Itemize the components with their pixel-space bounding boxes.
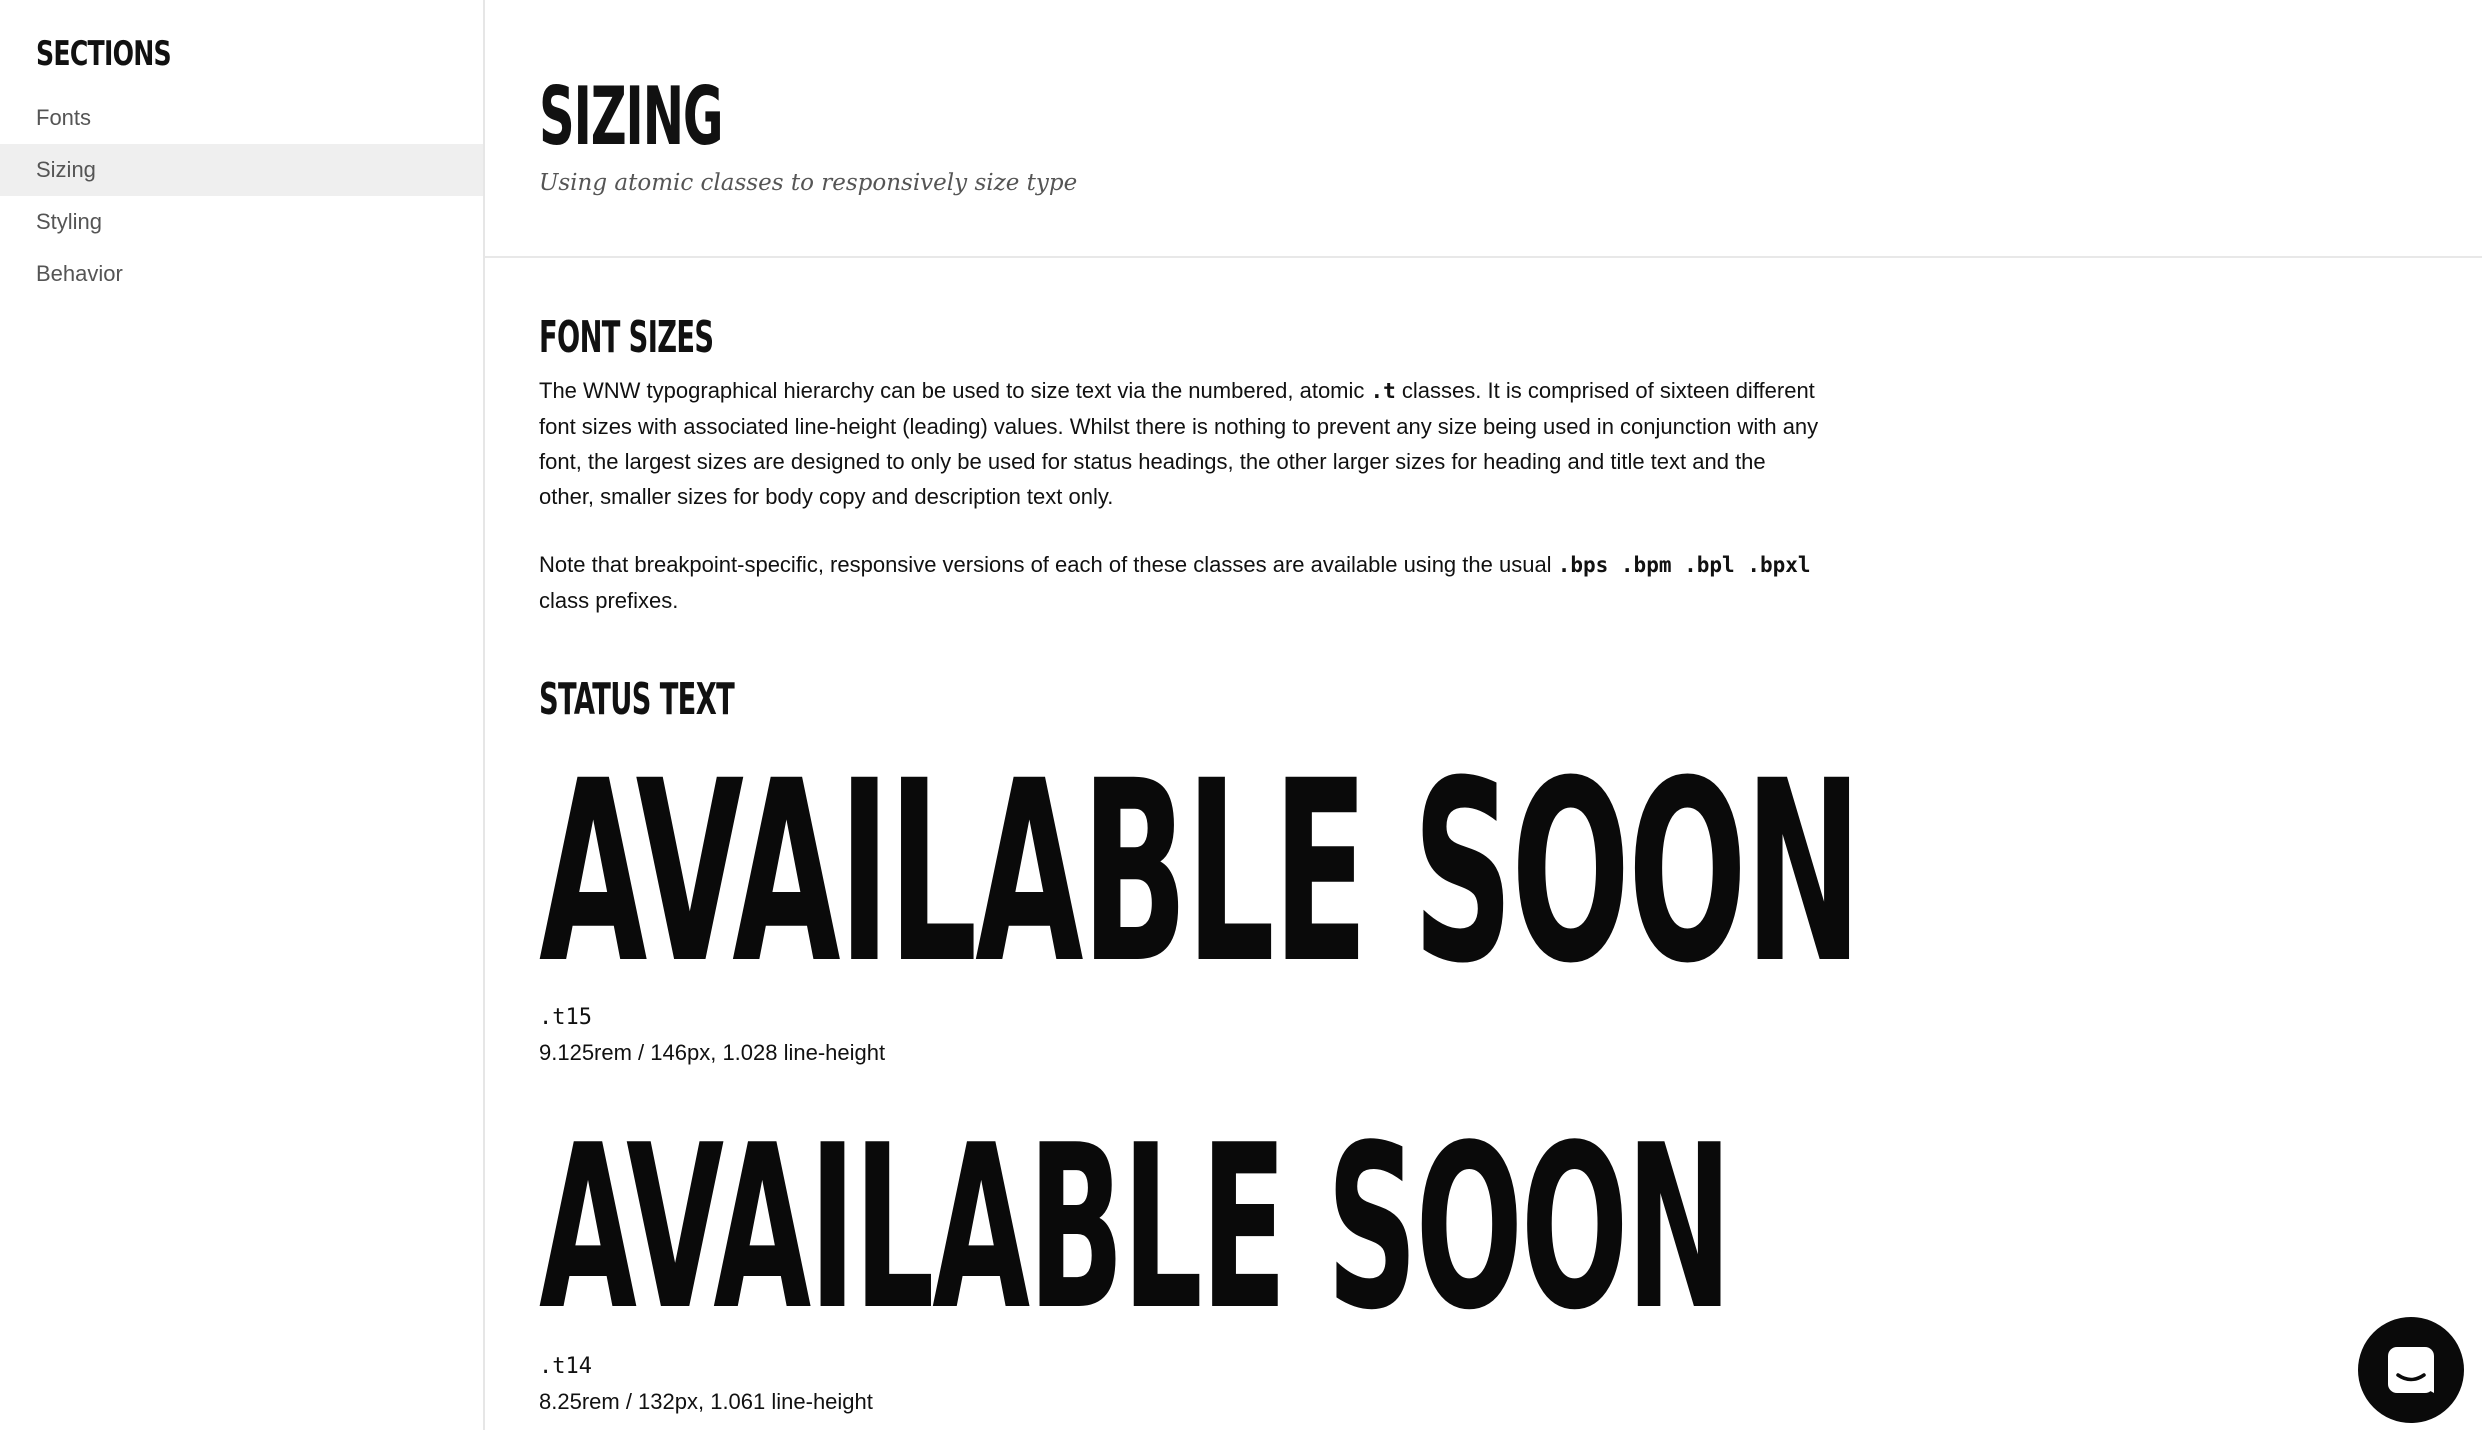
sample-size-description-t14: 8.25rem / 132px, 1.061 line-height: [539, 1389, 873, 1414]
paragraph-2-code: .bps .bpm .bpl .bpxl: [1557, 553, 1811, 577]
main-content: SIZING Using atomic classes to responsiv…: [485, 0, 2482, 1430]
page-title: SIZING: [539, 70, 724, 163]
sample-class-name-t15: .t15: [539, 1005, 592, 1030]
page-subtitle: Using atomic classes to responsively siz…: [539, 170, 1078, 196]
sidebar-item-styling[interactable]: Styling: [0, 196, 483, 248]
sidebar-item-sizing[interactable]: Sizing: [0, 144, 483, 196]
sidebar-title: SECTIONS: [36, 34, 172, 74]
font-sizes-paragraph-2: Note that breakpoint-specific, responsiv…: [539, 547, 1819, 618]
sample-class-name-t14: .t14: [539, 1354, 592, 1379]
sidebar-item-fonts[interactable]: Fonts: [0, 92, 483, 144]
paragraph-1-text-a: The WNW typographical hierarchy can be u…: [539, 378, 1371, 403]
sample-size-description-t15: 9.125rem / 146px, 1.028 line-height: [539, 1040, 886, 1065]
sidebar-nav: Fonts Sizing Styling Behavior: [0, 92, 483, 300]
app: SECTIONS Fonts Sizing Styling Behavior S…: [0, 0, 2482, 1430]
font-sizes-heading: FONT SIZES: [539, 312, 714, 363]
paragraph-1-code: .t: [1370, 379, 1396, 403]
page-header: SIZING Using atomic classes to responsiv…: [485, 0, 2482, 258]
font-sizes-paragraph-1: The WNW typographical hierarchy can be u…: [539, 373, 1819, 514]
sidebar-item-behavior[interactable]: Behavior: [0, 248, 483, 300]
chat-launcher-button[interactable]: [2358, 1317, 2464, 1423]
sidebar: SECTIONS Fonts Sizing Styling Behavior: [0, 0, 485, 1430]
sample-text-t15: AVAILABLE SOON: [539, 727, 1862, 1018]
status-text-heading: STATUS TEXT: [539, 674, 735, 725]
chat-bubble-icon: [2388, 1347, 2434, 1393]
sample-text-t14: AVAILABLE SOON: [539, 1097, 1732, 1360]
paragraph-2-text-a: Note that breakpoint-specific, responsiv…: [539, 552, 1558, 577]
paragraph-2-text-b: class prefixes.: [539, 588, 679, 613]
